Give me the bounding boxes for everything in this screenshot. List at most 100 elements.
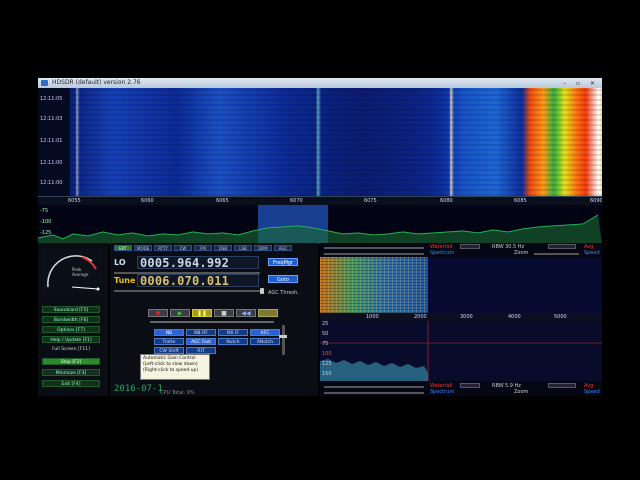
freqmgr-button[interactable]: FreqMgr	[268, 258, 298, 266]
time-label: 12:11:00	[40, 160, 63, 166]
cw-shift-button[interactable]: CW Shift	[154, 347, 184, 354]
main-spectrum[interactable]: -75 -100 -125	[38, 205, 602, 244]
agc-fast-button[interactable]: AGC Fast	[186, 338, 216, 345]
zoom-waterfall[interactable]	[320, 257, 428, 313]
play-icon: ▶	[177, 310, 183, 317]
help-update-button[interactable]: Help / Update [F1]	[42, 336, 100, 343]
agc-tooltip: Automatic Gain Control (Left-click to sl…	[140, 354, 210, 380]
zoom-slider[interactable]	[534, 253, 579, 255]
drm-button[interactable]: DRM	[254, 245, 272, 251]
zoom-axis-label: 2000	[414, 314, 427, 320]
volume-slider[interactable]	[282, 325, 285, 355]
time-label: 12:11:05	[40, 96, 63, 102]
minimize-button[interactable]: Minimize [F3]	[42, 369, 100, 376]
exit-button[interactable]: Exit [F4]	[42, 380, 100, 387]
dsb-button[interactable]: DSB	[214, 245, 232, 251]
zoom-y-label: 100	[322, 351, 332, 357]
stop-play-button[interactable]: ■	[214, 309, 234, 317]
cpu-usage: CPU Total: 9%	[160, 390, 195, 396]
fm-button[interactable]: FM	[194, 245, 212, 251]
spectrum-y-label: -100	[40, 219, 52, 225]
zoom-label: Zoom	[514, 250, 529, 256]
agc-top-button[interactable]: AGC	[274, 245, 292, 251]
zoom-waterfall-empty[interactable]	[428, 257, 602, 313]
stop-button[interactable]: Stop [F2]	[42, 358, 100, 365]
spectrum-y-label: -75	[40, 208, 49, 214]
bandwidth-button[interactable]: Bandwidth [F6]	[42, 316, 100, 323]
rbw-bottom-label: RBW	[492, 383, 504, 389]
loop-button[interactable]	[258, 309, 278, 317]
pause-button[interactable]: ❚❚	[192, 309, 212, 317]
hdsdr-window: HDSDR (default) version 2.76 – ▫ ✕ 12:11…	[38, 78, 602, 396]
ext-button[interactable]: EXT	[114, 245, 132, 251]
record-button[interactable]	[148, 309, 168, 317]
rtty-button[interactable]: RTTY	[154, 245, 172, 251]
time-label: 12:11:03	[40, 116, 63, 122]
time-scale: 12:11:05 12:11:03 12:11:01 12:11:00 12:1…	[38, 88, 70, 196]
afc-button[interactable]: AFC	[250, 329, 280, 336]
freq-tick-label: 6055	[68, 198, 81, 204]
nb-rf-button[interactable]: NB RF	[186, 329, 216, 336]
zoom-top-slider-2[interactable]	[324, 253, 424, 255]
zoom-bottom-slider[interactable]	[324, 386, 424, 388]
zoom-spectrum[interactable]: 25 50 75 100 125 150	[320, 321, 602, 381]
tune-slider[interactable]	[114, 290, 260, 292]
rewind-button[interactable]: ◀◀	[236, 309, 256, 317]
spectrum-y-label: -125	[40, 230, 52, 236]
position-slider[interactable]	[150, 321, 274, 323]
zoom-bottom-slider-2[interactable]	[324, 392, 424, 394]
cw-button[interactable]: CW	[174, 245, 192, 251]
tooltip-line: (Right-click to speed up)	[143, 368, 199, 373]
time-label: 12:11:00	[40, 180, 63, 186]
zoom-y-label: 50	[322, 331, 329, 337]
options-button[interactable]: Options [F7]	[42, 326, 100, 333]
freq-tick-label: 6060	[141, 198, 154, 204]
window-title: HDSDR (default) version 2.76	[52, 79, 141, 86]
zoom-bottom-label: Zoom	[514, 389, 529, 395]
speed-label: Speed	[584, 250, 600, 256]
zoom-top-slider[interactable]	[324, 247, 424, 249]
flatte-button[interactable]: Flatte	[154, 338, 184, 345]
play-button[interactable]: ▶	[170, 309, 190, 317]
freq-tick-label: 6075	[364, 198, 377, 204]
anotch-button[interactable]: ANotch	[250, 338, 280, 345]
zoom-bottom-box[interactable]	[460, 383, 480, 388]
lo-frequency-display[interactable]: 0005.964.992	[137, 256, 259, 270]
zoom-spectrum-label: Spectrum	[430, 250, 455, 256]
date-time: 2016-07-1	[114, 384, 163, 394]
zoom-dropdown[interactable]	[548, 244, 576, 249]
main-waterfall[interactable]	[70, 88, 602, 196]
zoom-top-box[interactable]	[460, 244, 480, 249]
soundcard-button[interactable]: Soundcard [F5]	[42, 306, 100, 313]
title-bar: HDSDR (default) version 2.76 – ▫ ✕	[38, 78, 602, 88]
tune-slider-knob[interactable]	[260, 288, 264, 294]
nb-button[interactable]: NB	[154, 329, 184, 336]
tune-frequency-display[interactable]: 0006.070.011	[137, 274, 259, 288]
zoom-axis-label: 1000	[366, 314, 379, 320]
zoom-panel: Waterfall Spectrum RBW 30.5 Hz Zoom Avg …	[320, 243, 602, 396]
lsb-button[interactable]: LSB	[234, 245, 252, 251]
rbw-label: RBW	[492, 244, 504, 250]
zoom-y-label: 75	[322, 341, 329, 347]
lo-label: LO	[114, 258, 126, 267]
volume-slider-knob[interactable]	[279, 335, 287, 338]
goto-button[interactable]: Goto	[268, 275, 298, 283]
freq-tick-label: 6065	[216, 198, 229, 204]
rewind-icon: ◀◀	[241, 310, 251, 317]
zoom-bottom-spectrum-label: Spectrum	[430, 389, 455, 395]
speed-bottom-label: Speed	[584, 389, 600, 395]
full-screen-button[interactable]: Full Screen [F11]	[42, 346, 100, 353]
zoom-axis-label: 3000	[460, 314, 473, 320]
pause-icon: ❚❚	[196, 310, 208, 317]
smeter-label: Peak Average	[72, 267, 89, 277]
rit-button[interactable]: RIT	[186, 347, 216, 354]
spectrum-trace	[38, 205, 602, 243]
zoom-axis-label: 5000	[554, 314, 567, 320]
zoom-bottom-dropdown[interactable]	[548, 383, 576, 388]
nr-if-button[interactable]: NR IF	[218, 329, 248, 336]
record-icon	[156, 311, 160, 315]
mode-button[interactable]: MODE	[134, 245, 152, 251]
left-panel: Peak Average Soundcard [F5] Bandwidth [F…	[38, 243, 108, 396]
time-label: 12:11:01	[40, 138, 63, 144]
notch-button[interactable]: Notch	[218, 338, 248, 345]
